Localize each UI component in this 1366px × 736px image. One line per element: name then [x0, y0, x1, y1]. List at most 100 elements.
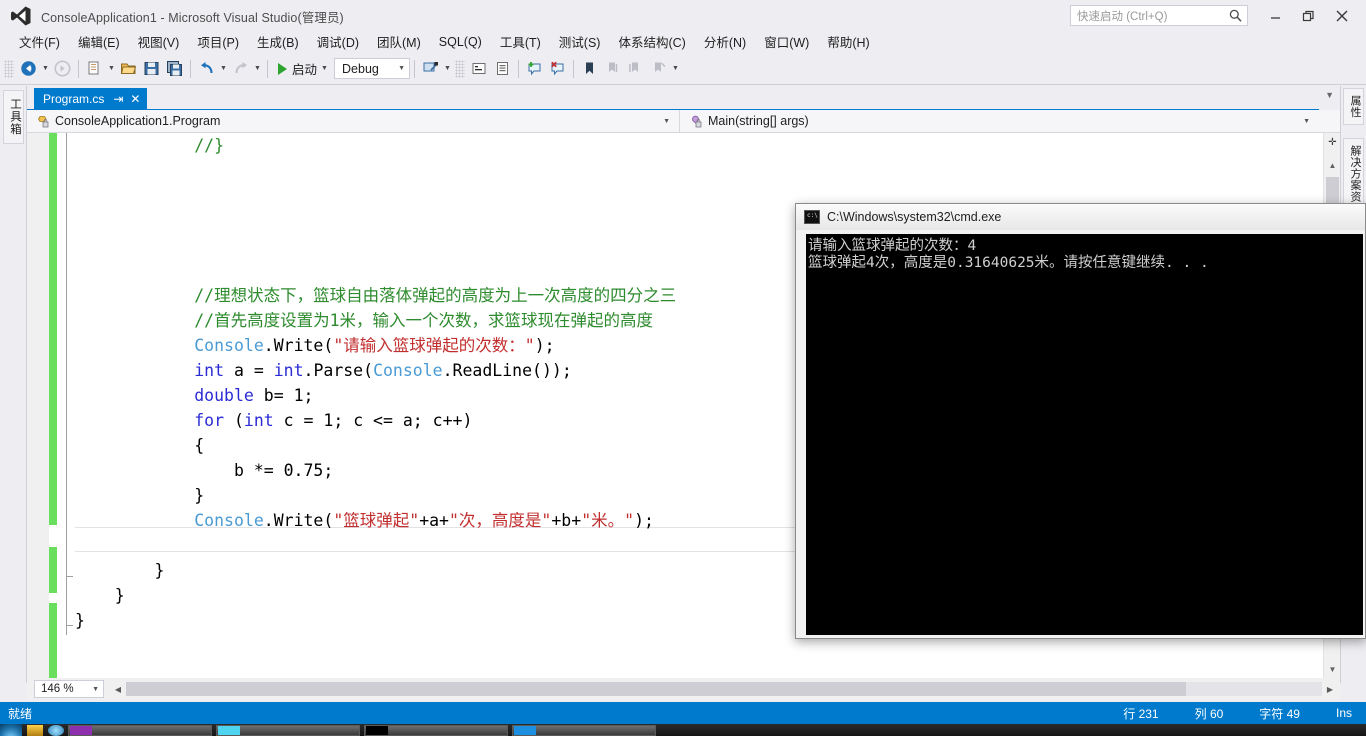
editor-horizontal-scrollbar[interactable]: ◀ ▶ [110, 680, 1338, 698]
chevron-down-icon: ▼ [92, 685, 99, 693]
save-icon[interactable] [140, 57, 163, 80]
maximize-restore-button[interactable] [1292, 1, 1325, 31]
zoom-level-combo[interactable]: 146 % ▼ [34, 680, 104, 698]
menu-item-team[interactable]: 团队(M) [368, 30, 430, 53]
chevron-down-icon[interactable]: ▼ [1303, 118, 1310, 125]
console-title: C:\Windows\system32\cmd.exe [827, 210, 1002, 224]
minimize-button[interactable] [1259, 1, 1292, 31]
status-bar: 就绪 行 231 列 60 字符 49 Ins [0, 702, 1366, 724]
code-token: +b+ [551, 511, 582, 530]
taskbar-item[interactable] [216, 724, 360, 736]
undo-icon[interactable] [195, 57, 218, 80]
comment-lines-icon[interactable] [468, 57, 491, 80]
code-token: b *= 0.75; [233, 461, 334, 480]
redo-dropdown-icon[interactable]: ▼ [252, 58, 263, 80]
start-debug-button[interactable]: 启动 [272, 57, 319, 80]
menu-item-help[interactable]: 帮助(H) [818, 30, 878, 53]
search-icon[interactable] [1228, 8, 1243, 23]
navigate-forward-icon[interactable] [51, 57, 74, 80]
new-project-icon[interactable] [83, 57, 106, 80]
member-navigation-combo[interactable]: Main(string[] args) ▼ [679, 109, 1319, 133]
close-button[interactable] [1325, 1, 1358, 31]
taskbar-item[interactable] [364, 724, 508, 736]
menu-item-sql[interactable]: SQL(Q) [430, 33, 491, 51]
toolbar-grip[interactable] [4, 59, 14, 78]
solution-configuration-combo[interactable]: Debug ▼ [334, 58, 411, 79]
menu-item-tools[interactable]: 工具(T) [491, 30, 550, 53]
menu-item-build[interactable]: 生成(B) [248, 30, 308, 53]
scroll-up-icon[interactable]: ▲ [1324, 157, 1340, 174]
close-tab-icon[interactable]: ✕ [130, 92, 140, 106]
tab-overflow-icon[interactable]: ▼ [1325, 90, 1334, 100]
save-all-icon[interactable] [163, 57, 186, 80]
code-token: int [243, 411, 274, 430]
open-file-icon[interactable] [117, 57, 140, 80]
start-debug-dropdown-icon[interactable]: ▼ [319, 58, 330, 80]
editor-selection-margin[interactable] [27, 133, 49, 678]
horizontal-scrollbar-thumb[interactable] [126, 682, 1186, 696]
code-token: } [75, 611, 85, 630]
previous-bookmark-icon[interactable] [601, 57, 624, 80]
visual-studio-window: ConsoleApplication1 - Microsoft Visual S… [0, 0, 1366, 736]
console-title-bar[interactable]: c:\ C:\Windows\system32\cmd.exe [796, 204, 1365, 230]
chevron-down-icon[interactable]: ▼ [663, 118, 670, 125]
menu-item-architecture[interactable]: 体系结构(C) [609, 30, 694, 53]
taskbar-item[interactable] [68, 724, 212, 736]
navigate-back-dropdown-icon[interactable]: ▼ [40, 58, 51, 80]
toolbar-overflow-icon[interactable]: ▼ [670, 58, 681, 80]
menu-item-file[interactable]: 文件(F) [10, 30, 69, 53]
start-debug-label: 启动 [292, 63, 318, 77]
document-tab-program-cs[interactable]: Program.cs ⇥ ✕ [34, 88, 148, 110]
next-bookmark-icon[interactable] [624, 57, 647, 80]
zoom-level-value: 146 % [41, 683, 74, 695]
scroll-right-icon[interactable]: ▶ [1322, 680, 1338, 698]
console-output-line: 请输入篮球弹起的次数：4 [808, 238, 977, 254]
remove-watch-icon[interactable] [546, 57, 569, 80]
navigate-back-icon[interactable] [17, 57, 40, 80]
quick-launch-input[interactable]: 快速启动 (Ctrl+Q) [1070, 5, 1248, 26]
scroll-left-icon[interactable]: ◀ [110, 680, 126, 698]
console-window[interactable]: c:\ C:\Windows\system32\cmd.exe 请输入篮球弹起的… [795, 203, 1366, 639]
status-column-label: 列 60 [1194, 706, 1224, 721]
attach-process-icon[interactable] [419, 57, 442, 80]
new-project-dropdown-icon[interactable]: ▼ [106, 58, 117, 80]
outlining-bracket [66, 625, 73, 626]
bookmark-icon[interactable] [578, 57, 601, 80]
sidebar-item-properties[interactable]: 属性 [1343, 88, 1364, 125]
menu-item-test[interactable]: 测试(S) [550, 30, 610, 53]
menu-item-project[interactable]: 项目(P) [188, 30, 248, 53]
menu-item-analyze[interactable]: 分析(N) [695, 30, 755, 53]
menu-item-window[interactable]: 窗口(W) [755, 30, 818, 53]
code-token: //} [194, 136, 225, 155]
horizontal-scrollbar-track[interactable] [126, 682, 1322, 696]
clear-bookmarks-icon[interactable] [647, 57, 670, 80]
taskbar-pinned-icon[interactable] [48, 724, 64, 736]
taskbar-pinned-icon[interactable] [27, 724, 43, 736]
menu-item-debug[interactable]: 调试(D) [308, 30, 368, 53]
editor-outlining-margin[interactable] [57, 133, 75, 678]
console-output-area[interactable]: 请输入篮球弹起的次数：4 篮球弹起4次，高度是0.31640625米。请按任意键… [806, 234, 1363, 635]
sidebar-item-toolbox[interactable]: 工具箱 [3, 90, 24, 144]
uncomment-lines-icon[interactable] [491, 57, 514, 80]
pin-icon[interactable]: ⇥ [113, 92, 123, 106]
menu-item-edit[interactable]: 编辑(E) [69, 30, 129, 53]
redo-icon[interactable] [229, 57, 252, 80]
code-token: b= 1; [253, 386, 314, 405]
undo-dropdown-icon[interactable]: ▼ [218, 58, 229, 80]
left-dock-strip: 工具箱 [0, 86, 27, 683]
menu-item-view[interactable]: 视图(V) [129, 30, 189, 53]
add-watch-icon[interactable] [523, 57, 546, 80]
type-navigation-combo[interactable]: ConsoleApplication1.Program ▼ [27, 110, 679, 133]
start-orb-icon[interactable] [0, 724, 22, 736]
toolbar-separator [190, 59, 191, 78]
toolbar-grip[interactable] [455, 59, 466, 78]
change-bar-saved [49, 547, 57, 593]
code-token: "篮球弹起" [333, 511, 420, 530]
taskbar-item[interactable] [512, 724, 656, 736]
scroll-down-icon[interactable]: ▼ [1324, 661, 1340, 678]
quick-launch-placeholder: 快速启动 (Ctrl+Q) [1077, 10, 1168, 23]
attach-process-dropdown-icon[interactable]: ▼ [442, 58, 453, 80]
